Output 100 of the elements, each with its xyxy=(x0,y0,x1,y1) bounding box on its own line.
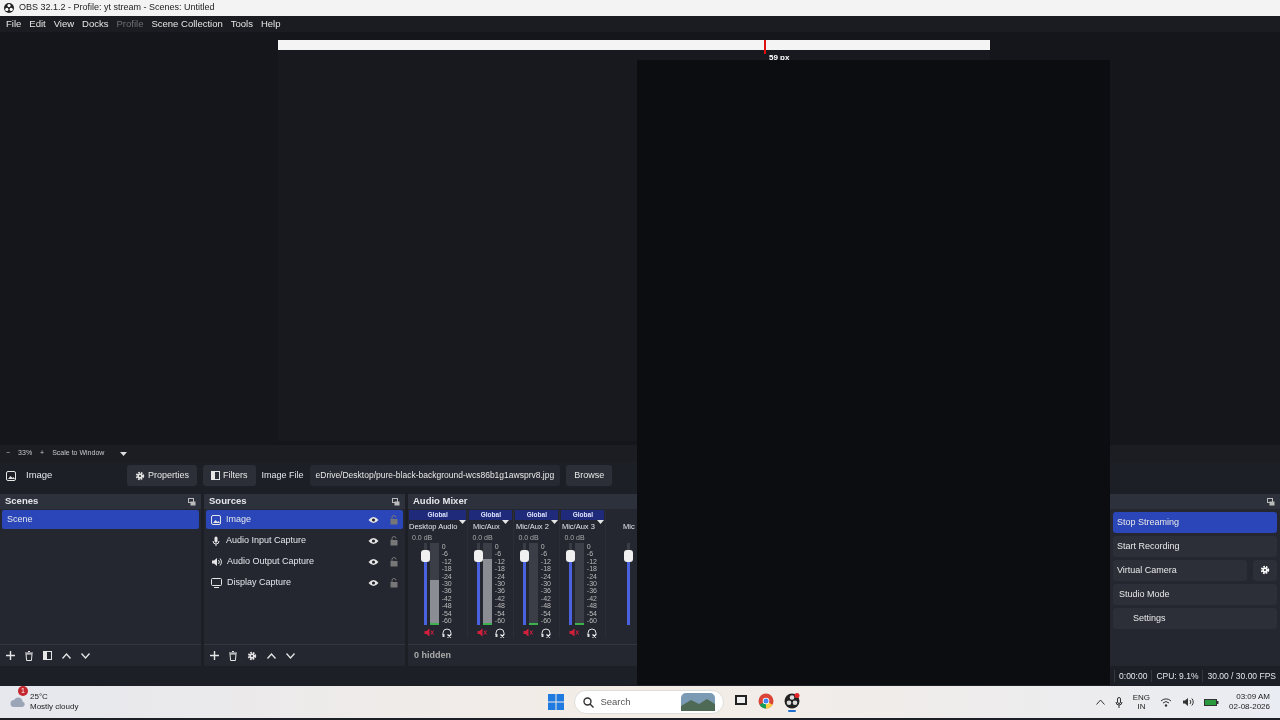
eye-icon[interactable] xyxy=(368,515,379,524)
weather-condition: Mostly cloudy xyxy=(30,702,79,712)
headphones-off-icon[interactable] xyxy=(586,628,597,638)
browse-button[interactable]: Browse xyxy=(566,465,613,486)
control-button[interactable]: Start Recording xyxy=(1113,536,1277,557)
clock-date: 02-08-2026 xyxy=(1229,702,1270,712)
microphone-icon[interactable] xyxy=(1114,696,1123,708)
speaker-icon xyxy=(211,556,222,567)
trash-icon[interactable] xyxy=(229,650,237,661)
chevron-up-icon[interactable] xyxy=(1095,699,1105,705)
language-code: ENG xyxy=(1132,693,1151,702)
move-down-icon[interactable] xyxy=(286,652,295,659)
muted-speaker-icon[interactable] xyxy=(423,628,434,637)
unlocked-padlock-icon[interactable] xyxy=(390,577,398,588)
muted-speaker-icon[interactable] xyxy=(522,628,533,637)
fps-reading: 30.00 / 30.00 FPS xyxy=(1202,669,1280,683)
float-dock-icon[interactable] xyxy=(1267,497,1275,506)
cloud-icon xyxy=(10,696,26,708)
menu-item[interactable]: View xyxy=(49,16,79,32)
language-indicator[interactable]: ENG IN xyxy=(1132,693,1151,711)
source-item[interactable]: Audio Input Capture xyxy=(206,531,403,550)
menu-item[interactable]: Docks xyxy=(78,16,113,32)
dock-title: Scenes xyxy=(5,494,39,509)
source-item[interactable]: Display Capture xyxy=(206,573,403,592)
image-icon xyxy=(211,514,221,525)
temperature: 25°C xyxy=(30,692,49,702)
source-label: Audio Output Capture xyxy=(227,554,316,568)
menu-item[interactable]: Tools xyxy=(226,16,257,32)
move-up-icon[interactable] xyxy=(62,652,71,659)
unlocked-padlock-icon[interactable] xyxy=(390,556,398,567)
menu-item[interactable]: Help xyxy=(256,16,285,32)
menu-item[interactable]: File xyxy=(2,16,26,32)
muted-speaker-icon[interactable] xyxy=(568,628,579,637)
monitor-icon xyxy=(211,577,222,588)
move-up-icon[interactable] xyxy=(267,652,276,659)
source-label: Audio Input Capture xyxy=(226,533,308,547)
microphone-icon xyxy=(211,535,221,546)
settings-icon[interactable] xyxy=(135,470,145,481)
trash-icon[interactable] xyxy=(25,650,33,661)
region-code: IN xyxy=(1136,702,1147,711)
scene-item[interactable]: Scene xyxy=(2,510,199,529)
filter-panel-icon[interactable] xyxy=(43,651,52,660)
volume-slider[interactable] xyxy=(423,543,427,625)
search-icon xyxy=(583,696,595,708)
control-button[interactable]: Settings xyxy=(1113,608,1277,629)
file-path-field[interactable]: eDrive/Desktop/pure-black-background-wcs86b1g1awsprv8.jpg xyxy=(309,465,561,486)
float-dock-icon[interactable] xyxy=(188,497,196,506)
volume-slider[interactable] xyxy=(568,543,572,625)
control-button[interactable]: Virtual Camera xyxy=(1113,560,1247,581)
volume-icon[interactable] xyxy=(1182,697,1195,707)
eye-icon[interactable] xyxy=(368,557,379,566)
headphones-off-icon[interactable] xyxy=(494,628,505,638)
filter-icon xyxy=(211,471,221,480)
control-button[interactable]: Stop Streaming xyxy=(1113,512,1277,533)
muted-speaker-icon[interactable] xyxy=(476,628,487,637)
caret-icon[interactable] xyxy=(120,451,128,456)
landscape-widget-icon xyxy=(681,693,716,711)
cpu-usage: CPU: 9.1% xyxy=(1151,669,1203,683)
filters-button[interactable]: Filters xyxy=(203,465,256,486)
search-field[interactable]: Search xyxy=(574,690,725,714)
obs-logo-icon xyxy=(4,3,14,13)
add-icon[interactable] xyxy=(6,651,15,660)
eye-icon[interactable] xyxy=(368,536,379,545)
control-button[interactable]: Studio Mode xyxy=(1113,584,1277,605)
recording-app-icon[interactable] xyxy=(784,692,801,712)
unlocked-padlock-icon[interactable] xyxy=(390,535,398,546)
source-item[interactable]: Image xyxy=(206,510,403,529)
source-name: Image xyxy=(26,468,54,483)
properties-button[interactable]: Properties xyxy=(127,465,198,486)
wifi-icon[interactable] xyxy=(1160,697,1173,707)
guide-line xyxy=(764,40,766,54)
source-item[interactable]: Audio Output Capture xyxy=(206,552,403,571)
dock-title: Audio Mixer xyxy=(413,494,468,509)
eye-icon[interactable] xyxy=(368,578,379,587)
battery-icon[interactable] xyxy=(1204,697,1220,707)
virtual-camera-settings-button[interactable] xyxy=(1253,560,1277,581)
float-dock-icon[interactable] xyxy=(392,497,400,506)
headphones-off-icon[interactable] xyxy=(540,628,551,638)
stream-time: 0:00:00 xyxy=(1114,669,1152,683)
dock-title: Sources xyxy=(209,494,247,509)
field-label: Image File xyxy=(261,468,304,482)
search-placeholder: Search xyxy=(600,694,631,709)
add-icon[interactable] xyxy=(210,651,219,660)
headphones-off-icon[interactable] xyxy=(441,628,452,638)
window-title: OBS 32.1.2 - Profile: yt stream - Scenes: Untitled xyxy=(19,1,215,15)
clock[interactable]: 03:09 AM 02-08-2026 xyxy=(1229,692,1270,712)
settings-icon[interactable] xyxy=(247,650,257,661)
image-source-icon xyxy=(6,470,16,481)
windows-start-icon[interactable] xyxy=(548,694,565,710)
volume-slider[interactable] xyxy=(627,543,631,625)
clock-time: 03:09 AM xyxy=(1235,692,1270,702)
menu-item[interactable]: Scene Collection xyxy=(147,16,227,32)
hidden-count: 0 hidden xyxy=(414,648,451,662)
volume-slider[interactable] xyxy=(476,543,480,625)
source-label: Image xyxy=(226,512,252,526)
menu-item[interactable]: Edit xyxy=(25,16,50,32)
gear-icon[interactable] xyxy=(1260,565,1270,576)
source-label: Display Capture xyxy=(227,575,293,589)
volume-slider[interactable] xyxy=(522,543,526,625)
move-down-icon[interactable] xyxy=(81,652,90,659)
